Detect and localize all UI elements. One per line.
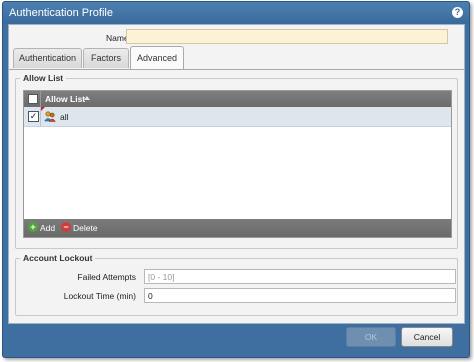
authentication-profile-dialog: Authentication Profile ? Name Authentica…: [2, 1, 470, 358]
account-lockout-group-title: Account Lockout: [20, 253, 96, 263]
cancel-button[interactable]: Cancel: [401, 327, 453, 347]
table-row[interactable]: ✓ all: [24, 107, 451, 127]
grid-header: Allow List: [24, 91, 451, 107]
grid-toolbar: + Add − Delete: [24, 219, 451, 237]
row-label: all: [60, 112, 69, 122]
column-divider: [40, 91, 41, 107]
delete-button[interactable]: − Delete: [61, 222, 98, 234]
delete-label: Delete: [73, 223, 98, 233]
dialog-title: Authentication Profile: [9, 7, 113, 19]
help-icon[interactable]: ?: [452, 7, 463, 18]
tab-authentication[interactable]: Authentication: [13, 48, 82, 68]
select-all-checkbox[interactable]: [28, 94, 38, 104]
tab-divider: [9, 69, 464, 70]
account-lockout-group: Account Lockout Failed Attempts Lockout …: [15, 253, 458, 316]
dialog-body: Name Authentication Factors Advanced All…: [8, 24, 465, 324]
failed-attempts-label: Failed Attempts: [77, 272, 136, 282]
failed-attempts-input[interactable]: [144, 269, 456, 284]
title-bar: Authentication Profile ?: [3, 2, 469, 24]
tab-advanced[interactable]: Advanced: [130, 46, 184, 69]
name-input[interactable]: [126, 29, 448, 44]
row-checkbox[interactable]: ✓: [28, 111, 39, 122]
allow-list-group: Allow List Allow List ✓ all + Add − Dele…: [15, 73, 458, 249]
add-label: Add: [40, 223, 56, 233]
allow-list-grid: Allow List ✓ all + Add − Delete: [23, 90, 452, 238]
users-icon: [44, 111, 56, 122]
sort-ascending-icon[interactable]: [84, 96, 90, 100]
tab-bar: Authentication Factors Advanced: [11, 46, 461, 69]
lockout-time-label: Lockout Time (min): [63, 291, 136, 301]
lockout-time-input[interactable]: [144, 288, 456, 303]
tab-factors[interactable]: Factors: [83, 48, 129, 68]
add-button[interactable]: + Add: [28, 222, 55, 234]
delete-icon: −: [61, 222, 71, 232]
column-header-allow-list[interactable]: Allow List: [45, 94, 85, 104]
allow-list-group-title: Allow List: [20, 73, 67, 83]
ok-button[interactable]: OK: [346, 327, 396, 347]
add-icon: +: [28, 222, 38, 232]
